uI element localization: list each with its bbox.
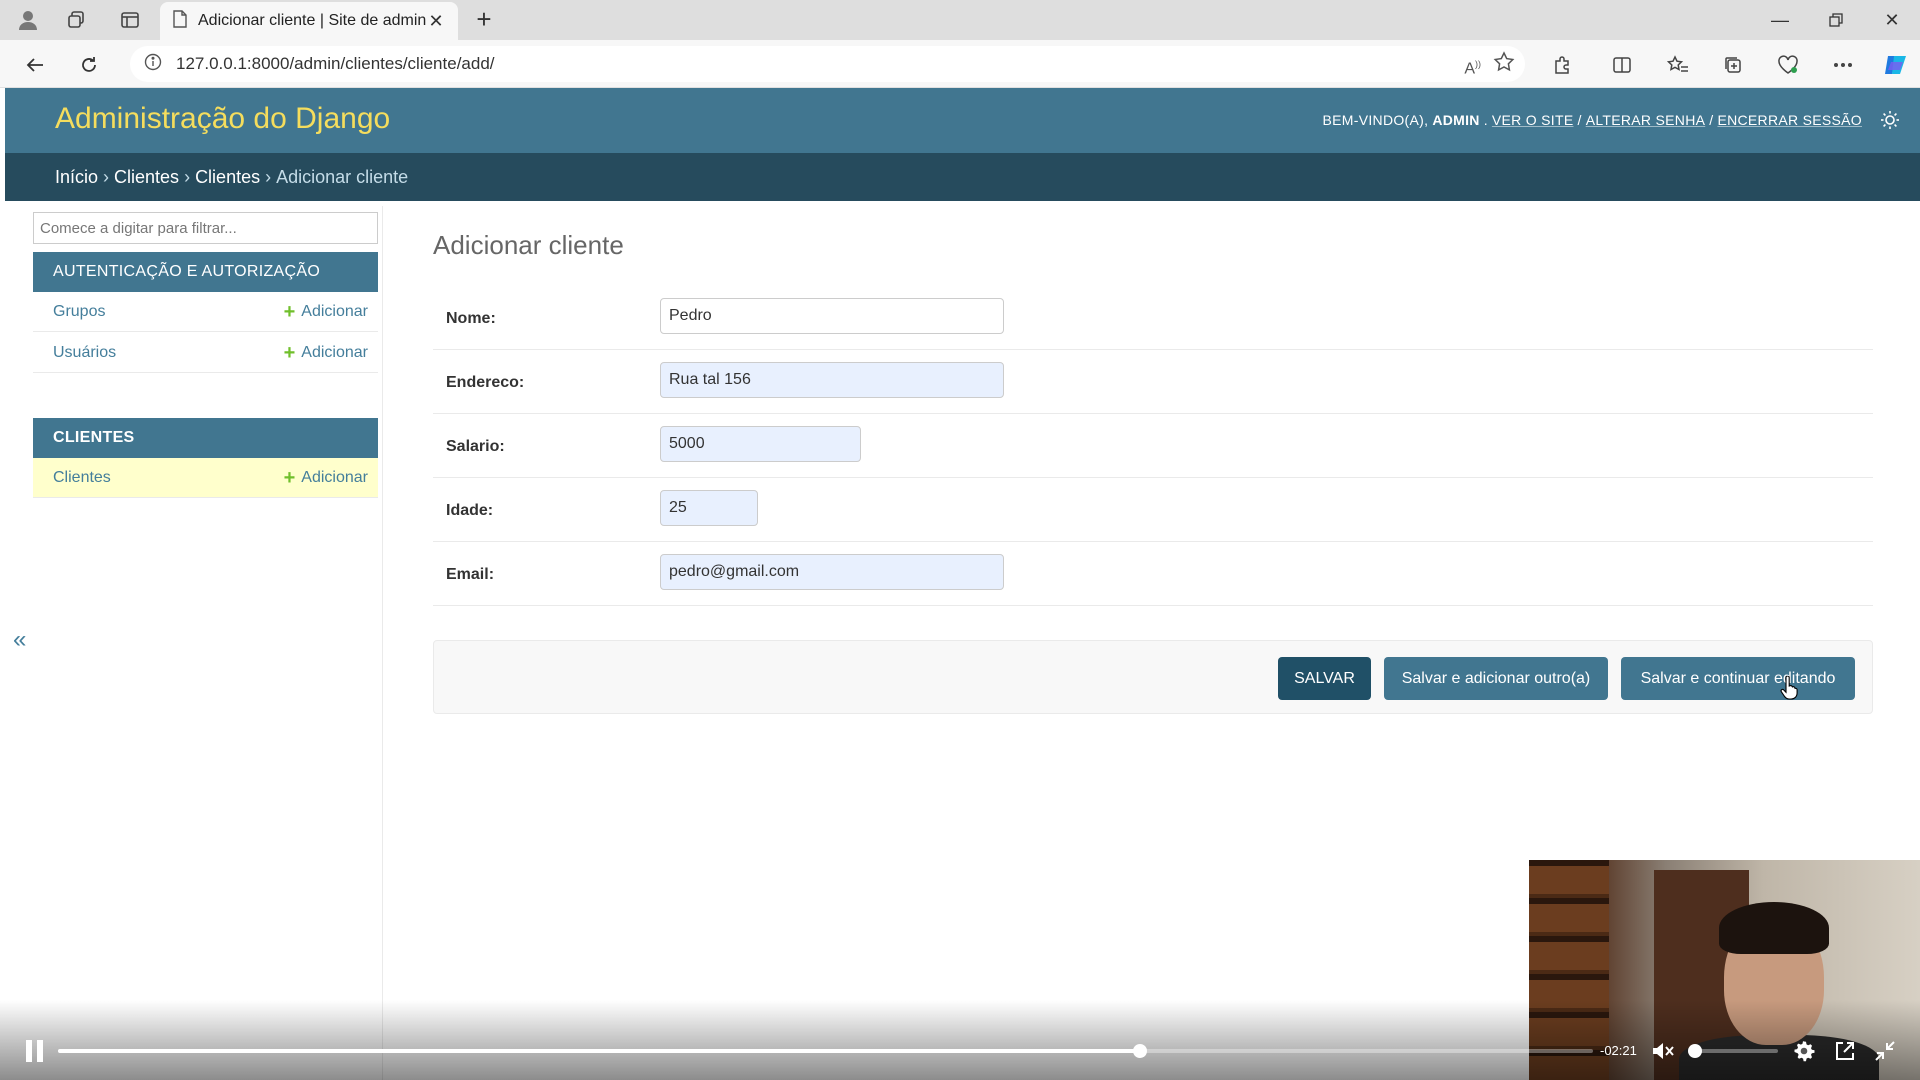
add-plus-icon: +: [283, 300, 296, 323]
breadcrumb-current: Adicionar cliente: [276, 166, 409, 187]
site-name[interactable]: Administração do Django: [55, 102, 390, 136]
sidebar-collapse-toggle[interactable]: «: [13, 626, 26, 654]
tab-actions-icon[interactable]: [116, 6, 144, 34]
welcome-text: BEM-VINDO(A),: [1322, 112, 1429, 128]
collections-icon[interactable]: [1718, 50, 1748, 80]
browser-tab-active[interactable]: Adicionar cliente | Site de admini ✕: [160, 2, 458, 40]
model-link-clientes[interactable]: Clientes: [53, 469, 284, 487]
save-continue-button[interactable]: Salvar e continuar editando: [1621, 657, 1855, 700]
form-row-idade: Idade:: [433, 478, 1873, 542]
mouse-pointer-icon: [1780, 675, 1798, 700]
module-caption-auth[interactable]: AUTENTICAÇÃO E AUTORIZAÇÃO: [33, 252, 378, 292]
email-label: Email:: [446, 566, 495, 583]
volume-slider-thumb[interactable]: [1688, 1044, 1702, 1058]
address-bar[interactable]: 127.0.0.1:8000/admin/clientes/cliente/ad…: [130, 46, 1525, 82]
new-tab-icon[interactable]: +: [470, 6, 498, 34]
exit-fullscreen-icon[interactable]: [1872, 1038, 1898, 1064]
url-text: 127.0.0.1:8000/admin/clientes/cliente/ad…: [176, 54, 495, 73]
video-progress-fill: [58, 1049, 1141, 1053]
nav-sidebar: AUTENTICAÇÃO E AUTORIZAÇÃO Grupos + Adici…: [33, 206, 383, 1080]
salario-input[interactable]: [660, 426, 861, 462]
add-plus-icon: +: [283, 466, 296, 489]
sidebar-filter-input[interactable]: [33, 212, 378, 244]
add-label: Adicionar: [301, 343, 368, 361]
tab-title: Adicionar cliente | Site de admini: [198, 12, 426, 29]
split-screen-icon[interactable]: [1607, 50, 1637, 80]
view-site-link[interactable]: VER O SITE: [1492, 112, 1574, 128]
idade-label: Idade:: [446, 502, 494, 519]
endereco-label: Endereco:: [446, 374, 525, 391]
restore-icon[interactable]: [1808, 0, 1864, 40]
user-tools: BEM-VINDO(A), ADMIN. VER O SITE / ALTERA…: [1322, 112, 1862, 128]
form-row-nome: Nome:: [433, 286, 1873, 350]
endereco-input[interactable]: [660, 362, 1004, 398]
idade-input[interactable]: [660, 490, 758, 526]
add-grupo-link[interactable]: + Adicionar: [283, 300, 368, 323]
more-menu-icon[interactable]: [1828, 50, 1858, 80]
sidebar-item-grupos: Grupos + Adicionar: [33, 292, 378, 332]
breadcrumb-home[interactable]: Início: [55, 167, 98, 188]
read-aloud-icon[interactable]: A)): [1464, 51, 1481, 82]
add-cliente-link[interactable]: + Adicionar: [283, 466, 368, 489]
form-row-endereco: Endereco:: [433, 350, 1873, 414]
volume-muted-icon[interactable]: [1650, 1038, 1676, 1064]
extensions-icon[interactable]: [1547, 50, 1577, 80]
pause-icon[interactable]: [24, 1040, 44, 1062]
separator: /: [1577, 112, 1582, 128]
model-link-usuarios[interactable]: Usuários: [53, 344, 284, 362]
reload-icon[interactable]: [74, 50, 104, 80]
copilot-icon[interactable]: [1880, 50, 1910, 80]
salario-label: Salario:: [446, 438, 505, 455]
favorite-star-icon[interactable]: [1493, 51, 1515, 82]
save-button[interactable]: SALVAR: [1278, 657, 1371, 700]
logout-link[interactable]: ENCERRAR SESSÃO: [1717, 112, 1862, 128]
save-add-another-button[interactable]: Salvar e adicionar outro(a): [1384, 657, 1608, 700]
admin-header: Administração do Django BEM-VINDO(A), AD…: [5, 88, 1920, 153]
form-row-salario: Salario:: [433, 414, 1873, 478]
time-remaining: -02:21: [1600, 1043, 1637, 1058]
volume-slider[interactable]: [1690, 1049, 1778, 1053]
change-password-link[interactable]: ALTERAR SENHA: [1586, 112, 1706, 128]
email-input[interactable]: [660, 554, 1004, 590]
popout-icon[interactable]: [1832, 1038, 1858, 1064]
browser-tab-bar: Adicionar cliente | Site de admini ✕ + —…: [0, 0, 1920, 40]
page-icon: [172, 9, 188, 33]
nome-label: Nome:: [446, 310, 496, 327]
add-label: Adicionar: [301, 302, 368, 320]
add-label: Adicionar: [301, 468, 368, 486]
breadcrumb-app[interactable]: Clientes: [114, 167, 179, 188]
add-plus-icon: +: [283, 341, 296, 364]
add-usuario-link[interactable]: + Adicionar: [283, 341, 368, 364]
separator: /: [1709, 112, 1714, 128]
theme-toggle-sun-icon[interactable]: [1880, 110, 1900, 130]
performance-heart-icon[interactable]: [1773, 50, 1803, 80]
site-info-icon[interactable]: [144, 53, 162, 76]
close-window-icon[interactable]: ✕: [1864, 0, 1920, 40]
submit-row: SALVAR Salvar e adicionar outro(a) Salva…: [433, 640, 1873, 714]
breadcrumb: Início › Clientes › Clientes › Adicionar…: [5, 153, 1920, 201]
breadcrumb-separator: ›: [184, 166, 191, 187]
video-controls-gradient: [0, 1000, 1920, 1080]
video-progress-bar[interactable]: [58, 1044, 1593, 1058]
person-hair-shape: [1719, 902, 1829, 954]
nome-input[interactable]: [660, 298, 1004, 334]
sidebar-item-clientes: Clientes + Adicionar: [33, 458, 378, 498]
model-link-grupos[interactable]: Grupos: [53, 303, 284, 321]
minimize-icon[interactable]: —: [1752, 0, 1808, 40]
username: ADMIN: [1432, 112, 1480, 128]
profile-icon[interactable]: [14, 6, 42, 34]
tab-close-icon[interactable]: ✕: [426, 11, 446, 32]
module-caption-clientes[interactable]: CLIENTES: [33, 418, 378, 458]
back-icon[interactable]: [20, 50, 50, 80]
browser-toolbar: 127.0.0.1:8000/admin/clientes/cliente/ad…: [0, 40, 1920, 88]
breadcrumb-model[interactable]: Clientes: [195, 167, 260, 188]
workspaces-icon[interactable]: [62, 6, 90, 34]
sidebar-item-usuarios: Usuários + Adicionar: [33, 333, 378, 373]
breadcrumb-separator: ›: [265, 166, 272, 187]
favorites-icon[interactable]: [1663, 50, 1693, 80]
breadcrumb-separator: ›: [103, 166, 110, 187]
settings-gear-icon[interactable]: [1791, 1038, 1817, 1064]
page-title: Adicionar cliente: [433, 230, 624, 260]
form-row-email: Email:: [433, 542, 1873, 606]
